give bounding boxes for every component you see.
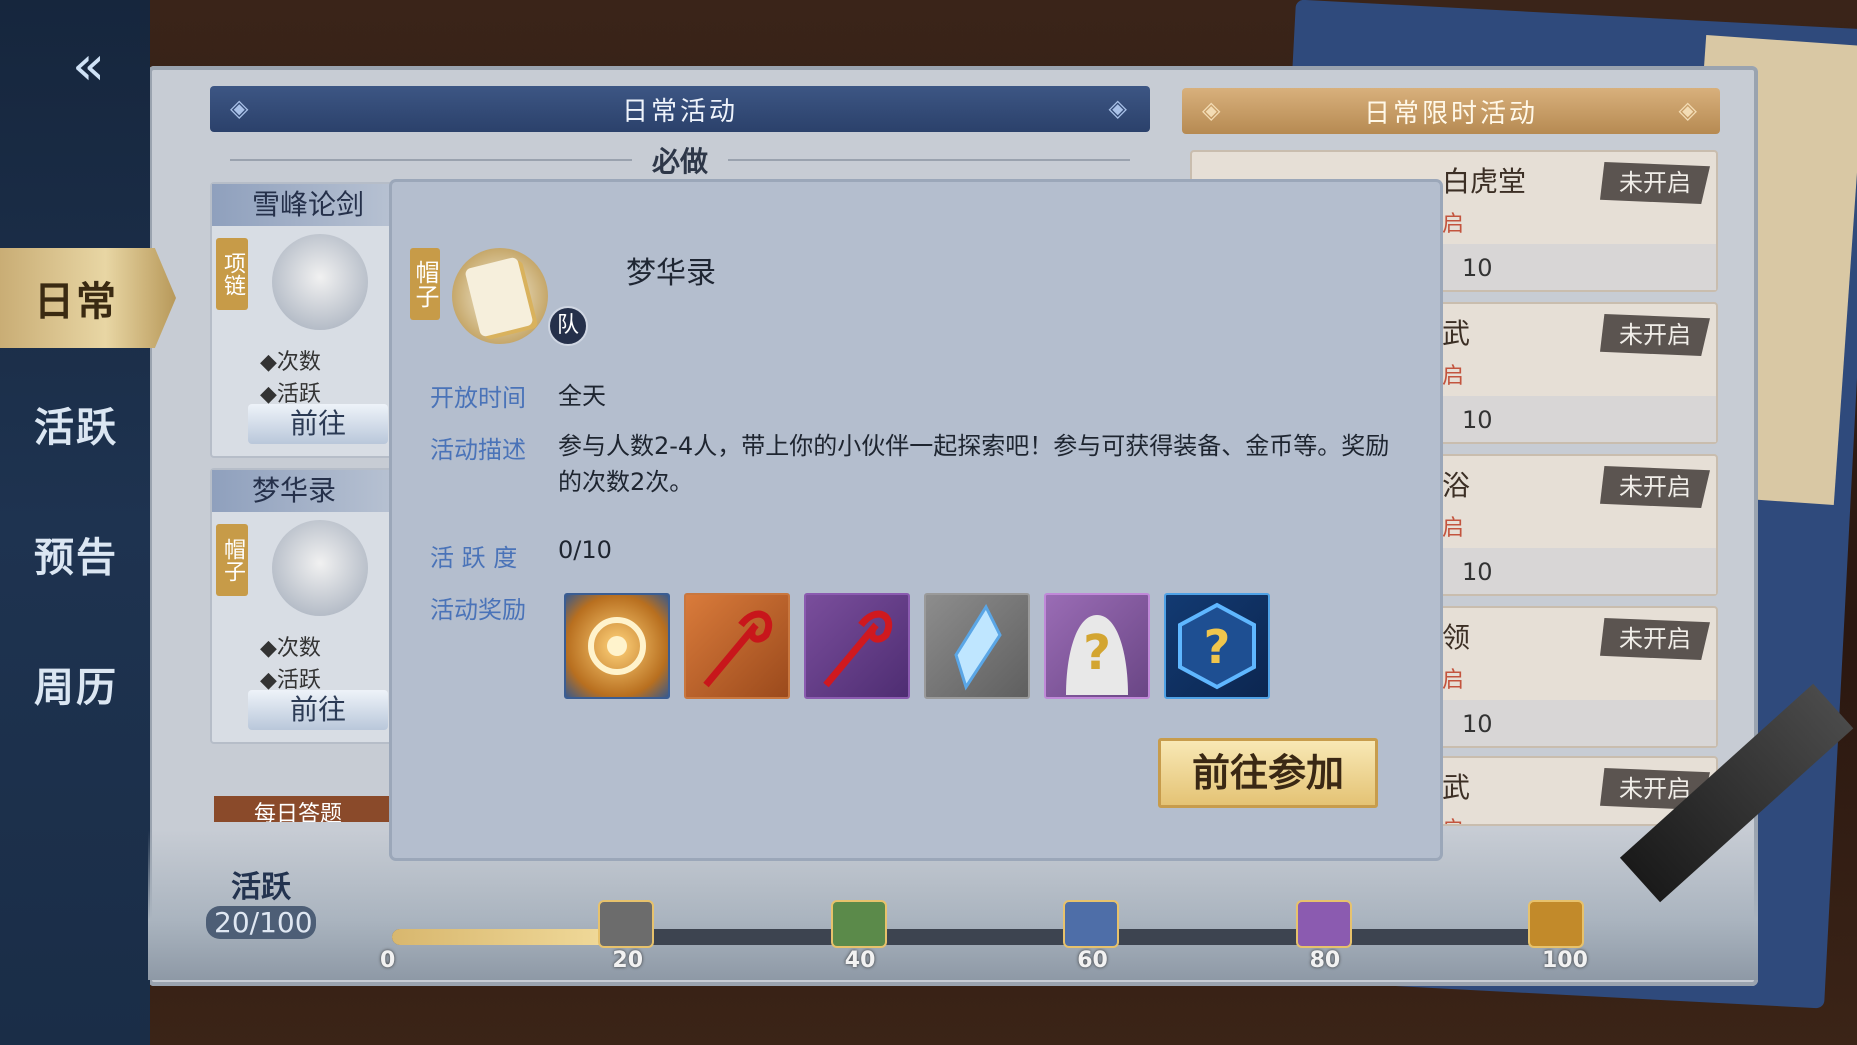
card-title: 梦华录 (212, 470, 402, 512)
mystery-figure-icon[interactable]: ? (1044, 593, 1150, 699)
go-button[interactable]: 前往 (248, 690, 388, 730)
limited-points: 10 (1462, 254, 1493, 282)
nav-daily-label: 日常 (34, 278, 118, 325)
status-badge: 未开启 (1600, 618, 1710, 660)
limited-start: 启 (1442, 364, 1465, 389)
open-time-label: 开放时间 (430, 384, 526, 412)
activity-score-label: 活 跃 度 (430, 544, 518, 572)
must-do-label: 必做 (652, 145, 709, 178)
limited-start: 启 (1442, 516, 1465, 541)
activity-card[interactable]: 梦华录 帽子 ◆次数 ◆活跃 前往 (210, 468, 404, 744)
activity-badge-label: 活跃 (231, 870, 291, 905)
activity-badge-value: 20/100 (206, 906, 316, 939)
dialog-title: 梦华录 (626, 256, 716, 291)
nav-active-label: 活跃 (34, 404, 118, 451)
status-badge: 未开启 (1600, 466, 1710, 508)
activity-score-value: 0/10 (558, 536, 612, 564)
nav-daily[interactable]: 日常 (0, 248, 176, 348)
reward-chest-icon[interactable] (598, 900, 655, 948)
equipment-tag: 项链 (216, 238, 248, 310)
limited-start: 启 (1442, 212, 1465, 237)
limited-points: 10 (1462, 406, 1493, 434)
limited-name: 浴 (1442, 469, 1471, 502)
equipment-tag: 帽子 (216, 524, 248, 596)
reward-chest-icon[interactable] (1063, 900, 1120, 948)
limited-start: 启 (1442, 668, 1465, 693)
nav-weekly-label: 周历 (34, 664, 118, 711)
limited-points: 10 (1462, 710, 1493, 738)
mystery-hexagon-icon[interactable]: ? (1164, 593, 1270, 699)
left-nav: « 日常 活跃 预告 周历 (0, 0, 176, 1045)
progress-tick-label: 40 (844, 948, 876, 973)
progress-tick-label: 60 (1077, 948, 1108, 973)
count-label: ◆次数 (260, 636, 321, 661)
limited-name: 武 (1442, 771, 1471, 804)
limited-points: 10 (1462, 558, 1493, 586)
left-ornament-icon: ◈ (1202, 96, 1224, 124)
count-label: ◆次数 (260, 350, 321, 375)
right-ornament-icon: ◈ (1678, 96, 1700, 124)
status-badge: 未开启 (1600, 314, 1710, 356)
progress-tick-label: 80 (1309, 948, 1341, 973)
description-text: 参与人数2-4人，带上你的小伙伴一起探索吧！参与可获得装备、金币等。奖励的次数2… (558, 432, 1390, 496)
activity-badge: 活跃 20/100 (206, 862, 316, 944)
must-do-heading: 必做 (210, 140, 1150, 180)
status-badge: 未开启 (1600, 162, 1710, 204)
red-hairpin-orange-icon[interactable] (684, 593, 790, 699)
next-card-title: 每日答题 (214, 796, 394, 822)
limited-name: 武 (1442, 317, 1471, 350)
back-arrow-icon[interactable]: « (72, 36, 142, 96)
team-badge: 队 (548, 306, 588, 346)
activity-progress-fill (392, 929, 625, 945)
progress-tick-label: 0 (380, 948, 396, 973)
svg-text:?: ? (1204, 620, 1231, 674)
rewards-label: 活动奖励 (430, 596, 526, 624)
crystal-icon[interactable] (924, 593, 1030, 699)
red-hairpin-purple-icon[interactable] (804, 593, 910, 699)
card-title: 雪峰论剑 (212, 184, 402, 226)
open-time-value: 全天 (558, 382, 606, 410)
progress-tick-label: 100 (1542, 948, 1588, 973)
nav-preview[interactable]: 预告 (0, 504, 176, 604)
limited-name: 领 (1442, 621, 1471, 654)
tab-daily-label: 日常活动 (621, 96, 738, 127)
gold-swirl-icon[interactable] (564, 593, 670, 699)
join-activity-button[interactable]: 前往参加 (1158, 738, 1378, 808)
progress-tick-label: 20 (612, 948, 644, 973)
activity-card[interactable]: 雪峰论剑 项链 ◆次数 ◆活跃 前往 (210, 182, 404, 458)
equipment-tag: 帽子 (410, 248, 440, 320)
nav-preview-label: 预告 (34, 534, 118, 581)
limited-name: 白虎堂 (1442, 165, 1527, 198)
tab-daily-activities[interactable]: ◈ 日常活动 ◈ (210, 86, 1150, 132)
nav-active[interactable]: 活跃 (0, 374, 176, 474)
tab-limited-label: 日常限时活动 (1363, 98, 1538, 129)
right-ornament-icon: ◈ (1108, 94, 1130, 122)
svg-text:?: ? (1083, 625, 1111, 681)
limited-start: 启 (1442, 812, 1464, 824)
reward-chest-icon[interactable] (1528, 900, 1584, 948)
activity-icon (272, 520, 368, 616)
nav-weekly[interactable]: 周历 (0, 634, 176, 734)
reward-chest-icon[interactable] (830, 900, 887, 948)
reward-chest-icon[interactable] (1295, 900, 1352, 948)
scroll-icon (452, 248, 548, 344)
go-button[interactable]: 前往 (248, 404, 388, 444)
description-label: 活动描述 (430, 436, 526, 464)
activity-icon (272, 234, 368, 330)
left-ornament-icon: ◈ (230, 94, 252, 122)
tab-limited-activities[interactable]: ◈ 日常限时活动 ◈ (1182, 88, 1720, 134)
